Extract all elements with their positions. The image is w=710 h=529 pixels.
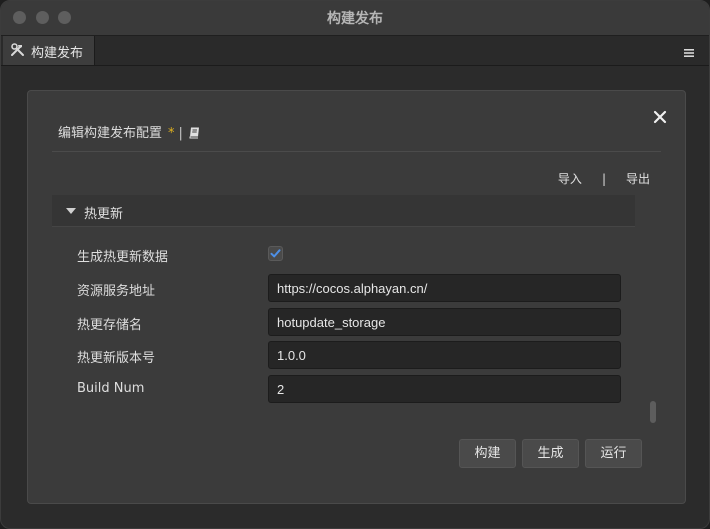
dialog-title-text: 编辑构建发布配置: [58, 126, 163, 141]
build-num-label: Build Num: [77, 381, 145, 396]
io-separator: |: [601, 172, 606, 186]
dialog-title: 编辑构建发布配置 * |: [58, 122, 201, 141]
checkmark-icon: [270, 249, 281, 258]
build-num-input[interactable]: [268, 375, 621, 403]
book-icon[interactable]: [188, 126, 201, 139]
import-export-links: 导入 | 导出: [558, 170, 650, 187]
storage-name-label: 热更存储名: [77, 318, 143, 333]
build-config-dialog: 编辑构建发布配置 * | 导入 | 导出 热更新 生成热更新数据 资源服务地址 …: [27, 90, 686, 504]
import-link[interactable]: 导入: [558, 172, 582, 186]
section-title: 热更新: [84, 207, 124, 222]
title-divider: [52, 151, 661, 152]
version-label: 热更新版本号: [77, 351, 156, 366]
generate-button[interactable]: 生成: [522, 439, 579, 468]
title-bar[interactable]: 构建发布: [1, 1, 709, 36]
hot-update-section-header[interactable]: 热更新: [52, 195, 635, 227]
build-button[interactable]: 构建: [459, 439, 516, 468]
generate-hot-update-label: 生成热更新数据: [77, 250, 169, 265]
app-window: 构建发布 构建发布 编辑构建发布配置 * | 导入 | 导出 热更新 生成热更新…: [0, 0, 710, 529]
panel-tab-bar: 构建发布: [1, 36, 709, 66]
resource-url-input[interactable]: [268, 274, 621, 302]
generate-hot-update-checkbox[interactable]: [268, 246, 283, 261]
tab-label: 构建发布: [31, 46, 84, 61]
tab-build-publish[interactable]: 构建发布: [3, 36, 95, 65]
storage-name-input[interactable]: [268, 308, 621, 336]
title-separator: |: [178, 126, 183, 141]
run-button[interactable]: 运行: [585, 439, 642, 468]
hamburger-menu-icon[interactable]: [683, 44, 695, 57]
close-icon[interactable]: [653, 109, 667, 124]
version-input[interactable]: [268, 341, 621, 369]
modified-marker: *: [168, 126, 175, 141]
scrollbar-thumb[interactable]: [650, 401, 656, 423]
window-title: 构建发布: [327, 11, 383, 27]
export-link[interactable]: 导出: [626, 172, 650, 186]
resource-url-label: 资源服务地址: [77, 284, 156, 299]
hammer-wrench-icon: [10, 42, 26, 58]
caret-down-icon: [66, 208, 76, 214]
